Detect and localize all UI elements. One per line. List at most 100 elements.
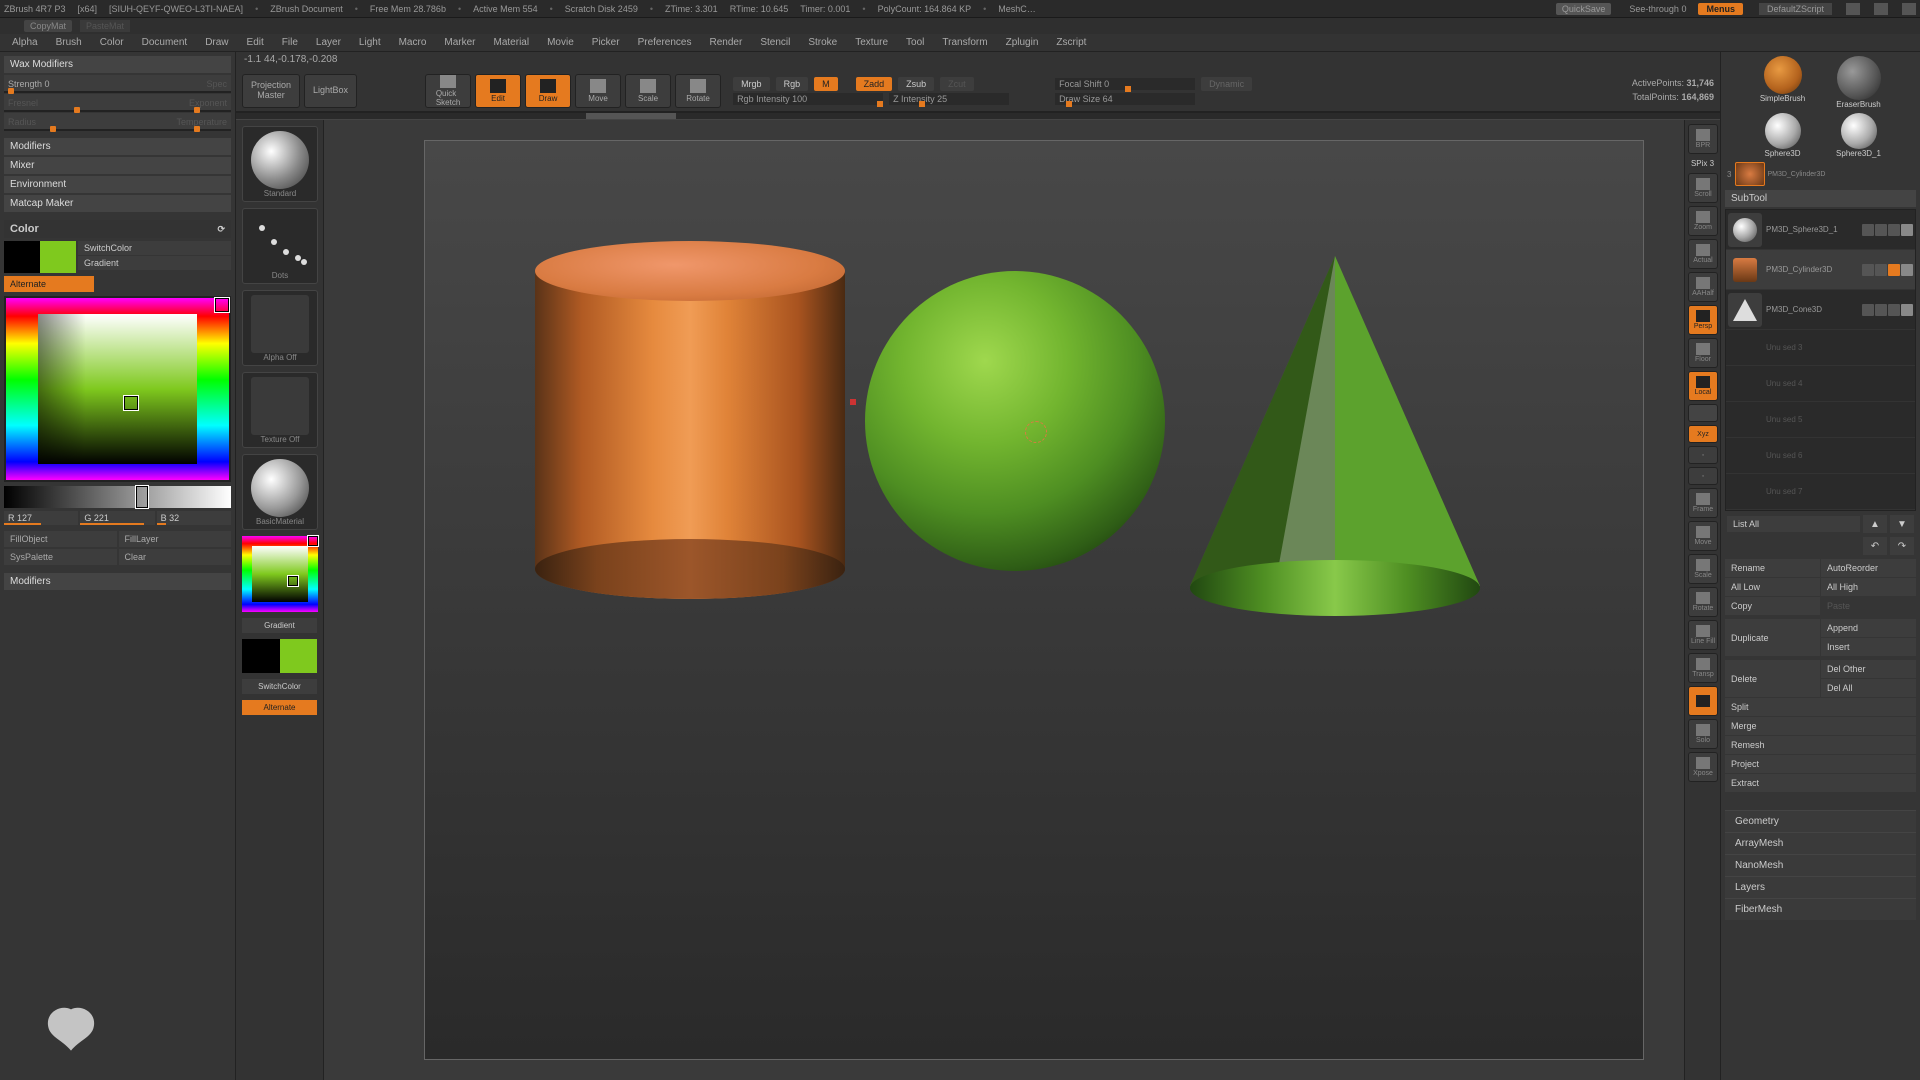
lightbox-button[interactable]: LightBox <box>304 74 357 108</box>
delete-button[interactable]: Delete <box>1725 660 1820 697</box>
menu-texture[interactable]: Texture <box>855 37 888 48</box>
allhigh-button[interactable]: All High <box>1821 578 1916 596</box>
alllow-button[interactable]: All Low <box>1725 578 1820 596</box>
autoreorder-button[interactable]: AutoReorder <box>1821 559 1916 577</box>
merge-button[interactable]: Merge <box>1725 717 1916 735</box>
zcut-button[interactable]: Zcut <box>940 77 974 91</box>
radius-slider[interactable]: RadiusTemperature <box>4 113 231 131</box>
filllayer-button[interactable]: FillLayer <box>119 531 232 547</box>
local-button[interactable]: Local <box>1688 371 1718 401</box>
vrotate-button[interactable]: Rotate <box>1688 587 1718 617</box>
menu-material[interactable]: Material <box>494 37 530 48</box>
arraymesh-header[interactable]: ArrayMesh <box>1725 832 1916 854</box>
projection-master-button[interactable]: Projection Master <box>242 74 300 108</box>
alternate-button[interactable]: Alternate <box>4 276 94 292</box>
minimize-icon[interactable] <box>1846 3 1860 15</box>
grayscale-slider[interactable] <box>4 486 231 508</box>
color-header[interactable]: Color⟳ <box>4 220 231 238</box>
vmove-button[interactable]: Move <box>1688 521 1718 551</box>
extract-button[interactable]: Extract <box>1725 774 1916 792</box>
frame-button[interactable]: Frame <box>1688 488 1718 518</box>
simplebrush-slot[interactable]: SimpleBrush <box>1748 56 1818 109</box>
alternate-button2[interactable]: Alternate <box>242 700 317 715</box>
lock-button[interactable] <box>1688 404 1718 422</box>
object-sphere[interactable] <box>865 271 1165 571</box>
switchcolor-button2[interactable]: SwitchColor <box>242 679 317 694</box>
rotate-button[interactable]: Rotate <box>675 74 721 108</box>
paste-button[interactable]: Paste <box>1821 597 1916 615</box>
delall-button[interactable]: Del All <box>1821 679 1916 697</box>
duplicate-button[interactable]: Duplicate <box>1725 619 1820 656</box>
layers-header[interactable]: Layers <box>1725 876 1916 898</box>
texture-slot[interactable]: Texture Off <box>242 372 318 448</box>
secondary-color-swatch[interactable] <box>4 241 40 273</box>
menu-movie[interactable]: Movie <box>547 37 574 48</box>
menu-marker[interactable]: Marker <box>444 37 475 48</box>
move-button[interactable]: Move <box>575 74 621 108</box>
copymat-button[interactable]: CopyMat <box>24 20 72 32</box>
nanomesh-header[interactable]: NanoMesh <box>1725 854 1916 876</box>
moveup-icon[interactable]: ▲ <box>1863 515 1887 533</box>
persp-button[interactable]: Persp <box>1688 305 1718 335</box>
mini-color-picker[interactable] <box>242 536 318 612</box>
brush-slot-standard[interactable]: Standard <box>242 126 318 202</box>
gradient-button2[interactable]: Gradient <box>242 618 317 633</box>
r-slider[interactable]: R 127 <box>4 511 78 525</box>
dynamic-button[interactable]: Dynamic <box>1201 77 1252 91</box>
menu-transform[interactable]: Transform <box>942 37 987 48</box>
modifiers2-header[interactable]: Modifiers <box>4 573 231 590</box>
quicksketch-button[interactable]: Quick Sketch <box>425 74 471 108</box>
subtool-row-sphere[interactable]: PM3D_Sphere3D_1 <box>1726 210 1915 250</box>
axis-b-button[interactable]: ◦ <box>1688 467 1718 485</box>
z-intensity-slider[interactable]: Z Intensity 25 <box>889 93 1009 105</box>
swap-left-icon[interactable]: ↶ <box>1863 537 1887 555</box>
transp-button[interactable]: Transp <box>1688 653 1718 683</box>
rgb-button[interactable]: Rgb <box>776 77 809 91</box>
project-button[interactable]: Project <box>1725 755 1916 773</box>
maximize-icon[interactable] <box>1874 3 1888 15</box>
material-slot[interactable]: BasicMaterial <box>242 454 318 530</box>
delother-button[interactable]: Del Other <box>1821 660 1916 678</box>
menus-button[interactable]: Menus <box>1698 3 1743 15</box>
subtool-header[interactable]: SubTool <box>1725 190 1916 207</box>
mini-swatch-black[interactable] <box>242 639 280 673</box>
menu-picker[interactable]: Picker <box>592 37 620 48</box>
environment-header[interactable]: Environment <box>4 176 231 193</box>
split-button[interactable]: Split <box>1725 698 1916 716</box>
menu-preferences[interactable]: Preferences <box>638 37 692 48</box>
pastemat-button[interactable]: PasteMat <box>80 20 130 32</box>
mrgb-button[interactable]: Mrgb <box>733 77 770 91</box>
primary-color-swatch[interactable] <box>40 241 76 273</box>
b-slider[interactable]: B 32 <box>157 511 231 525</box>
zoom-button[interactable]: Zoom <box>1688 206 1718 236</box>
stroke-slot-dots[interactable]: Dots <box>242 208 318 284</box>
clear-button[interactable]: Clear <box>119 549 232 565</box>
bpr-button[interactable]: BPR <box>1688 124 1718 154</box>
focal-shift-slider[interactable]: Focal Shift 0 <box>1055 78 1195 90</box>
quicksave-button[interactable]: QuickSave <box>1556 3 1612 15</box>
g-slider[interactable]: G 221 <box>80 511 154 525</box>
menu-stroke[interactable]: Stroke <box>808 37 837 48</box>
rgb-intensity-slider[interactable]: Rgb Intensity 100 <box>733 93 883 105</box>
wax-modifiers-header[interactable]: Wax Modifiers <box>4 56 231 73</box>
listall-button[interactable]: List All <box>1727 516 1860 532</box>
xpose-button[interactable]: Xpose <box>1688 752 1718 782</box>
gradient-button[interactable]: Gradient <box>78 256 231 270</box>
switchcolor-button[interactable]: SwitchColor <box>78 241 231 255</box>
menu-render[interactable]: Render <box>710 37 743 48</box>
edit-button[interactable]: Edit <box>475 74 521 108</box>
append-button[interactable]: Append <box>1821 619 1916 637</box>
scroll-button[interactable]: Scroll <box>1688 173 1718 203</box>
menu-color[interactable]: Color <box>100 37 124 48</box>
menu-tool[interactable]: Tool <box>906 37 924 48</box>
zadd-button[interactable]: Zadd <box>856 77 893 91</box>
actual-button[interactable]: Actual <box>1688 239 1718 269</box>
vscale-button[interactable]: Scale <box>1688 554 1718 584</box>
mixer-header[interactable]: Mixer <box>4 157 231 174</box>
menu-stencil[interactable]: Stencil <box>760 37 790 48</box>
spix-slider[interactable]: SPix 3 <box>1688 159 1717 168</box>
menu-light[interactable]: Light <box>359 37 381 48</box>
draw-size-slider[interactable]: Draw Size 64 <box>1055 93 1195 105</box>
scale-button[interactable]: Scale <box>625 74 671 108</box>
floor-button[interactable]: Floor <box>1688 338 1718 368</box>
